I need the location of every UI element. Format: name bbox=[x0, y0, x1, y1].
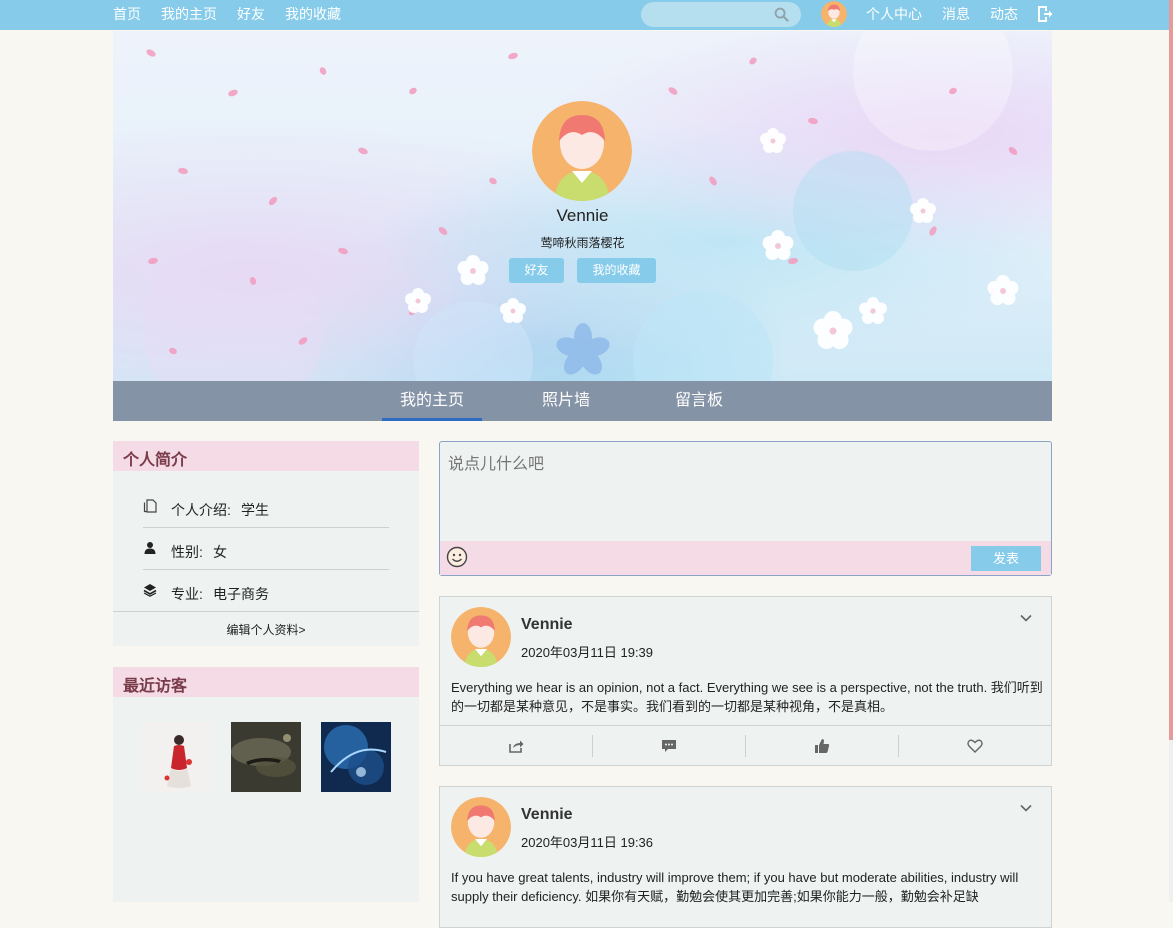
about-card: 个人简介 个人介绍: 学生 性别: 女 专业: 电子商务 编辑个人资料> bbox=[113, 441, 419, 646]
visitors-card-title: 最近访客 bbox=[123, 678, 188, 695]
search-icon[interactable] bbox=[774, 7, 789, 22]
top-navbar: 首页 我的主页 好友 我的收藏 个人中心 消息 动态 bbox=[0, 0, 1169, 30]
info-gender-value: 女 bbox=[213, 544, 227, 560]
profile-avatar[interactable] bbox=[532, 101, 632, 201]
post-input[interactable] bbox=[440, 442, 1051, 544]
post-author-name[interactable]: Vennie bbox=[521, 806, 573, 824]
publish-button[interactable]: 发表 bbox=[971, 546, 1041, 571]
profile-banner: Vennie 莺啼秋雨落樱花 好友 我的收藏 bbox=[113, 31, 1052, 381]
logout-icon[interactable] bbox=[1037, 5, 1053, 23]
profile-motto: 莺啼秋雨落樱花 bbox=[540, 236, 625, 250]
favorite-button[interactable] bbox=[899, 726, 1051, 766]
post-composer: 发表 bbox=[439, 441, 1052, 576]
profile-name: Vennie bbox=[556, 206, 609, 225]
nav-home-link[interactable]: 首页 bbox=[113, 6, 141, 22]
nav-messages-link[interactable]: 消息 bbox=[942, 6, 970, 22]
post-author-avatar[interactable] bbox=[451, 607, 511, 667]
info-major-value: 电子商务 bbox=[213, 586, 269, 602]
person-icon bbox=[144, 542, 156, 554]
post-card: Vennie 2020年03月11日 19:39 Everything we h… bbox=[439, 596, 1052, 766]
thumbs-up-icon bbox=[815, 739, 830, 753]
info-row-gender: 性别: 女 bbox=[143, 528, 388, 570]
chevron-down-icon[interactable] bbox=[1020, 614, 1032, 622]
post-content: If you have great talents, industry will… bbox=[451, 870, 1019, 904]
chevron-down-icon[interactable] bbox=[1020, 804, 1032, 812]
post-timestamp: 2020年03月11日 19:36 bbox=[521, 835, 654, 850]
user-avatar[interactable] bbox=[821, 1, 847, 27]
search-input[interactable] bbox=[651, 2, 775, 29]
post-author-name[interactable]: Vennie bbox=[521, 616, 573, 634]
recent-visitors-card: 最近访客 bbox=[113, 667, 419, 902]
post-card: Vennie 2020年03月11日 19:36 If you have gre… bbox=[439, 786, 1052, 928]
tab-my-homepage[interactable]: 我的主页 bbox=[382, 381, 482, 421]
visitors-card-header: 最近访客 bbox=[113, 667, 419, 697]
comment-button[interactable] bbox=[593, 726, 745, 766]
card-footer-divider bbox=[113, 611, 419, 612]
nav-favorites-link[interactable]: 我的收藏 bbox=[285, 6, 341, 22]
nav-personal-center-link[interactable]: 个人中心 bbox=[866, 6, 922, 22]
visitor-thumbnail[interactable] bbox=[321, 722, 391, 792]
tab-message-board[interactable]: 留言板 bbox=[649, 381, 749, 421]
comment-icon bbox=[662, 740, 676, 752]
favorites-button[interactable]: 我的收藏 bbox=[577, 258, 656, 283]
share-icon bbox=[509, 740, 524, 753]
about-card-header: 个人简介 bbox=[113, 441, 419, 471]
layers-icon bbox=[143, 584, 157, 597]
tab-photo-wall[interactable]: 照片墙 bbox=[516, 381, 616, 421]
composer-toolbar: 发表 bbox=[440, 541, 1051, 575]
share-button[interactable] bbox=[440, 726, 592, 766]
tab-active-indicator bbox=[382, 418, 482, 421]
info-intro-value: 学生 bbox=[241, 502, 269, 518]
document-icon bbox=[143, 499, 157, 513]
nav-activity-link[interactable]: 动态 bbox=[990, 6, 1018, 22]
like-button[interactable] bbox=[746, 726, 898, 766]
page-scrollbar-thumb[interactable] bbox=[1169, 0, 1173, 740]
info-gender-label: 性别: bbox=[171, 544, 203, 560]
friends-button[interactable]: 好友 bbox=[509, 258, 564, 283]
post-timestamp: 2020年03月11日 19:39 bbox=[521, 645, 654, 660]
info-row-intro: 个人介绍: 学生 bbox=[143, 486, 388, 528]
profile-tabbar: 我的主页 照片墙 留言板 bbox=[113, 381, 1052, 421]
edit-profile-link[interactable]: 编辑个人资料> bbox=[113, 621, 419, 638]
nav-friends-link[interactable]: 好友 bbox=[237, 6, 265, 22]
info-major-label: 专业: bbox=[171, 586, 203, 602]
post-content: Everything we hear is an opinion, not a … bbox=[451, 680, 1043, 714]
about-card-title: 个人简介 bbox=[123, 452, 188, 469]
post-action-bar bbox=[440, 725, 1051, 766]
search-box bbox=[641, 2, 801, 29]
nav-my-homepage-link[interactable]: 我的主页 bbox=[161, 6, 217, 22]
visitor-thumbnail[interactable] bbox=[231, 722, 301, 792]
smiley-icon[interactable] bbox=[446, 546, 468, 568]
info-row-major: 专业: 电子商务 bbox=[143, 570, 388, 612]
heart-icon bbox=[967, 739, 983, 753]
visitor-thumbnail[interactable] bbox=[141, 722, 211, 792]
info-intro-label: 个人介绍: bbox=[171, 502, 231, 518]
post-author-avatar[interactable] bbox=[451, 797, 511, 857]
